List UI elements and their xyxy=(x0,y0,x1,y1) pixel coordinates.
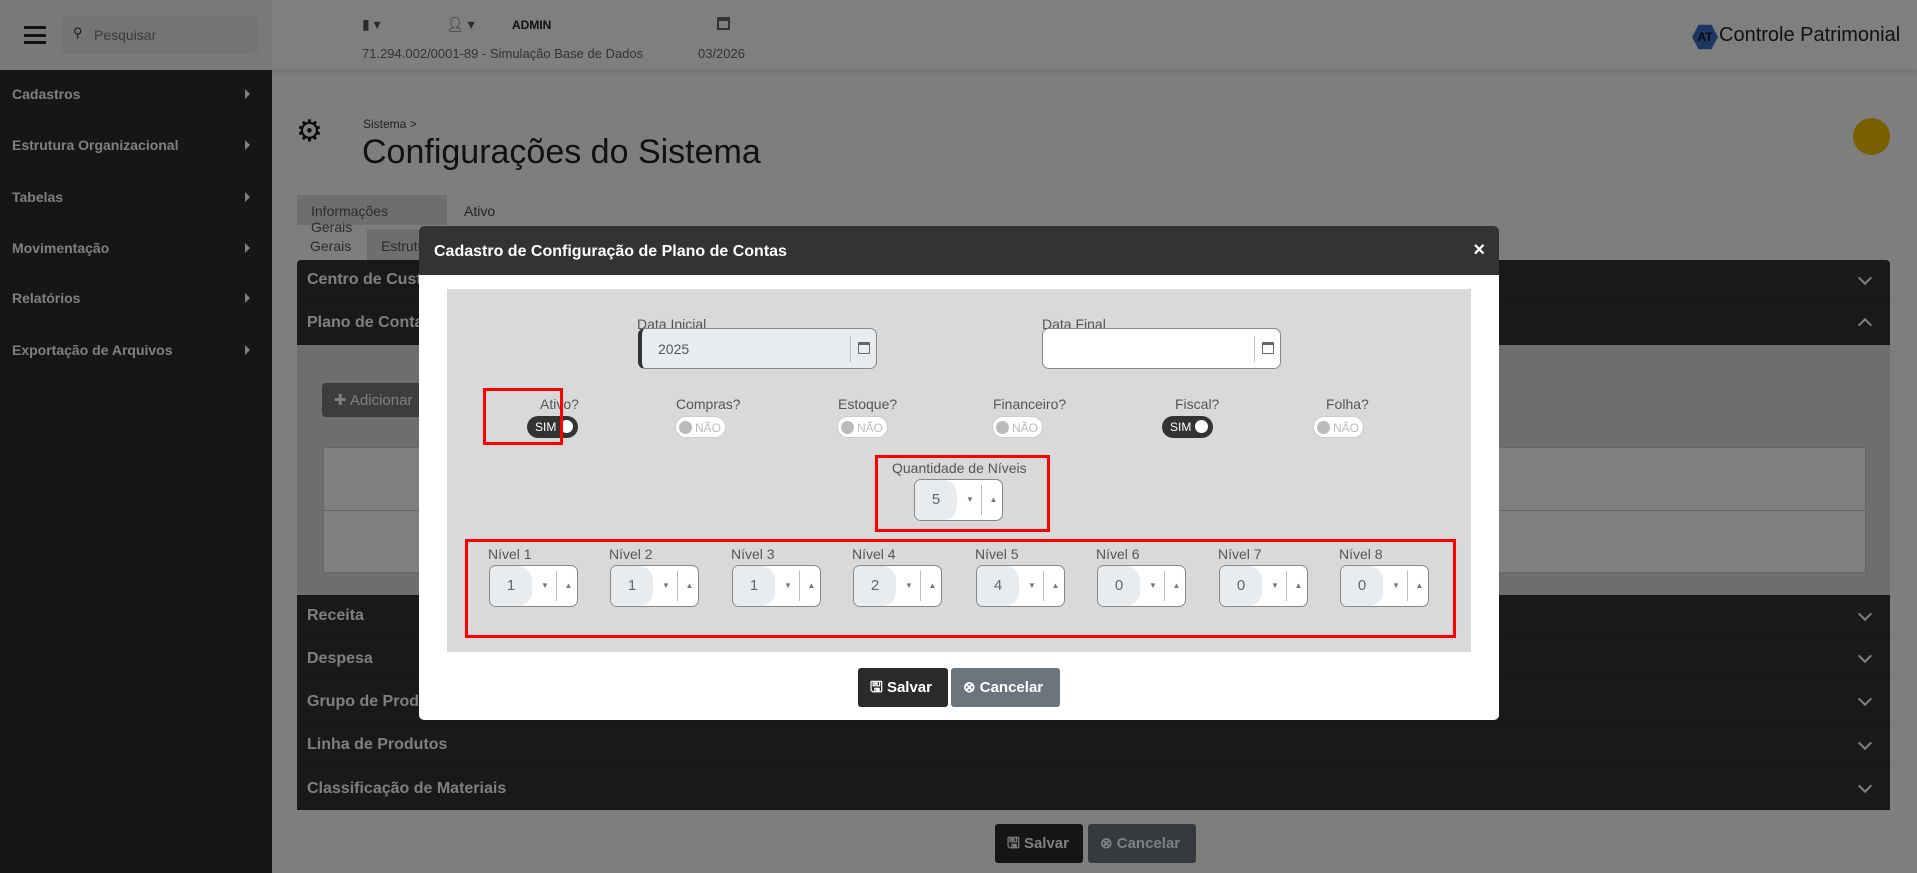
highlight-ativo xyxy=(483,388,563,445)
modal-title: Cadastro de Configuração de Plano de Con… xyxy=(434,243,787,260)
toggle-switch[interactable]: NÃO xyxy=(675,416,726,438)
toggle-knob xyxy=(841,421,854,434)
modal-cancel-button[interactable]: ⊗ Cancelar xyxy=(951,668,1060,707)
modal-save-button[interactable]: 🖫 Salvar xyxy=(858,668,948,707)
toggle-knob xyxy=(679,421,692,434)
calendar-icon[interactable] xyxy=(858,342,870,354)
highlight-niveis xyxy=(465,539,1456,638)
toggle-label: Folha? xyxy=(1326,396,1369,412)
data-inicial-input[interactable]: 2025 xyxy=(638,328,877,369)
toggle-label: Financeiro? xyxy=(993,396,1067,412)
close-icon[interactable]: × xyxy=(1473,239,1485,262)
toggle-label: Compras? xyxy=(676,396,741,412)
toggle-knob xyxy=(996,421,1009,434)
toggle-switch[interactable]: NÃO xyxy=(992,416,1043,438)
plano-contas-modal: Cadastro de Configuração de Plano de Con… xyxy=(419,226,1499,720)
calendar-icon[interactable] xyxy=(1262,342,1274,354)
data-final-input[interactable] xyxy=(1042,328,1281,369)
toggle-switch[interactable]: NÃO xyxy=(837,416,888,438)
toggle-label: Fiscal? xyxy=(1175,396,1220,412)
toggle-knob xyxy=(1195,420,1208,433)
toggle-switch[interactable]: NÃO xyxy=(1313,416,1364,438)
toggle-label: Estoque? xyxy=(838,396,898,412)
toggle-switch[interactable]: SIM xyxy=(1162,416,1213,438)
modal-header: Cadastro de Configuração de Plano de Con… xyxy=(419,226,1499,275)
toggle-knob xyxy=(1317,421,1330,434)
highlight-qtd-niveis xyxy=(875,455,1050,532)
form-panel: Data Inicial 2025 Data Final Ativo? SIM C… xyxy=(447,289,1471,652)
